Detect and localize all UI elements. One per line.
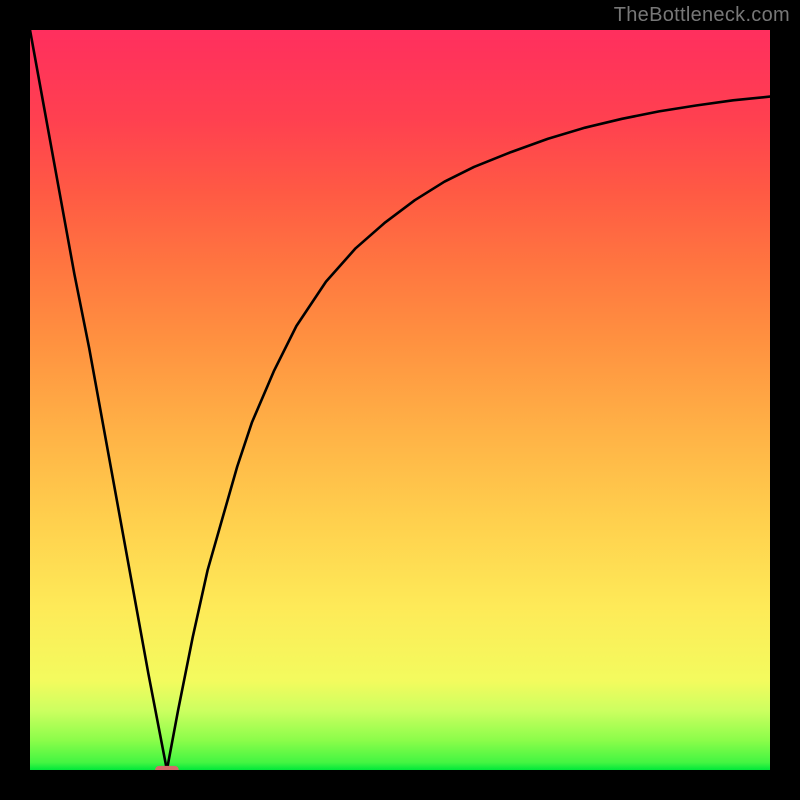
plot-area <box>30 30 770 770</box>
plot-svg <box>30 30 770 770</box>
series-right-curve <box>167 97 770 770</box>
chart-canvas: TheBottleneck.com <box>0 0 800 800</box>
watermark-text: TheBottleneck.com <box>614 4 790 27</box>
minimum-marker <box>155 766 179 770</box>
series-left-branch <box>30 30 167 770</box>
